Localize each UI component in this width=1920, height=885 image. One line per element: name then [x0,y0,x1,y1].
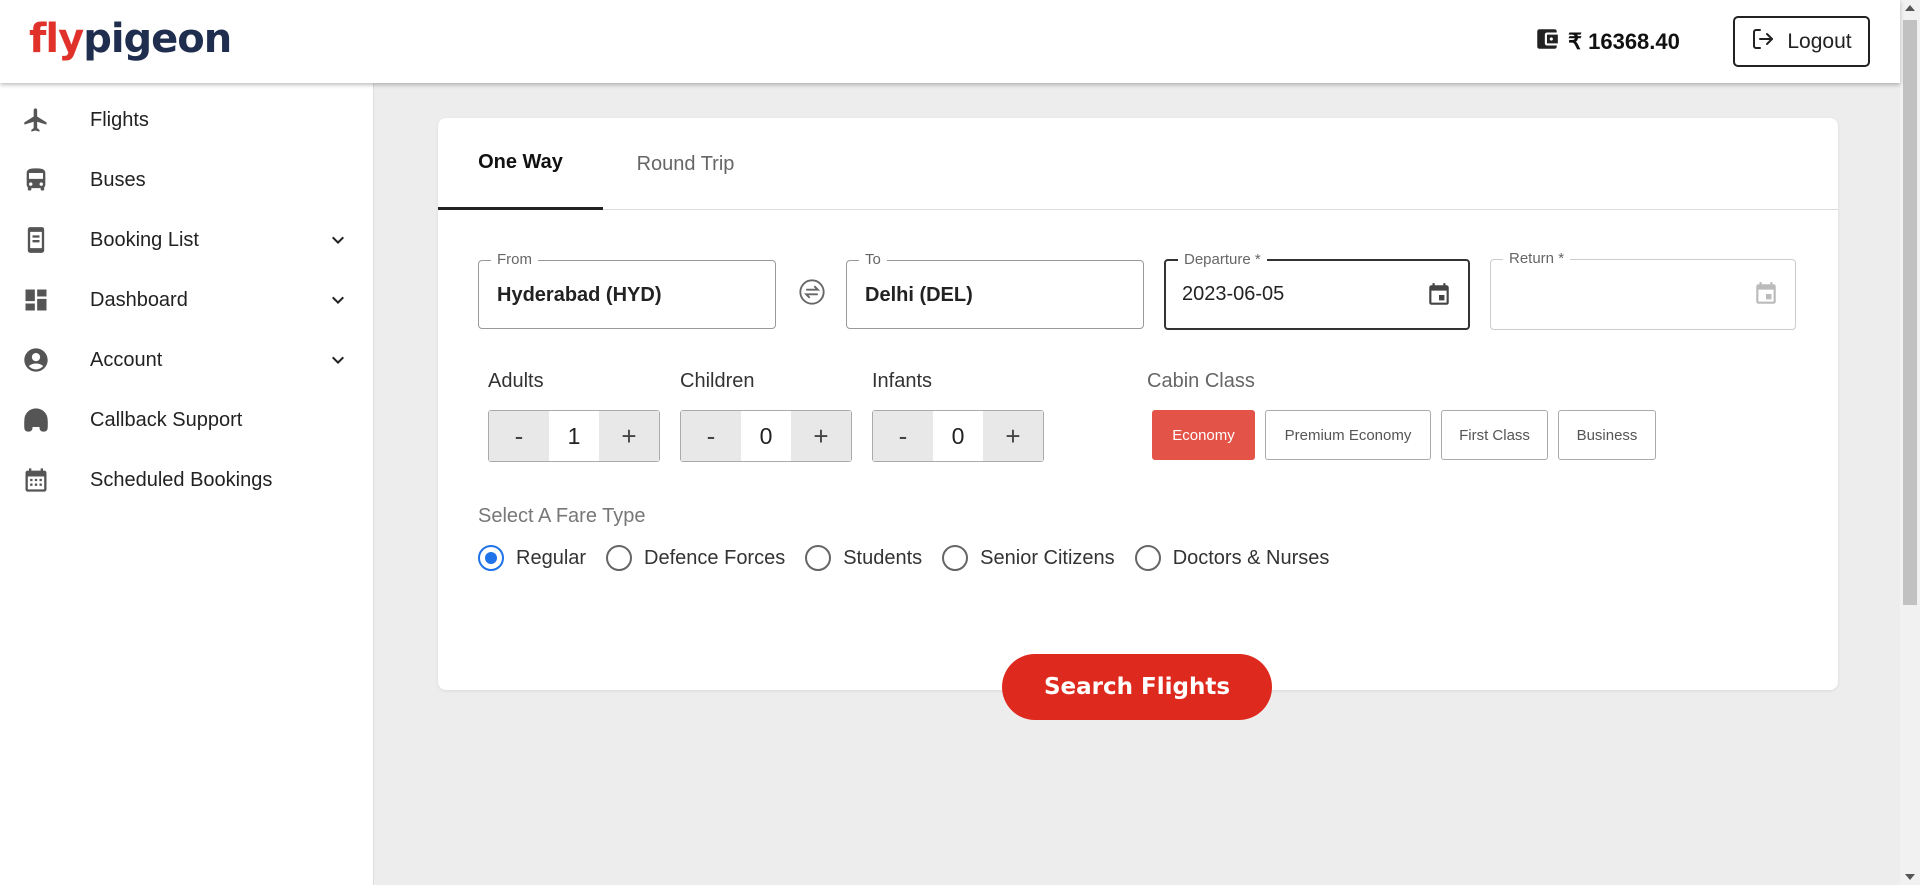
adults-value[interactable]: 1 [549,411,599,461]
wallet-balance: ₹ 16368.40 [1534,26,1680,58]
fare-senior-citizens-radio[interactable]: Senior Citizens [942,545,1115,571]
sidebar-item-label: Dashboard [90,288,188,311]
radio-label: Defence Forces [644,546,786,569]
cabin-class-label: Cabin Class [1147,370,1255,392]
flypigeon-logo[interactable]: flypigeon [29,16,232,62]
sidebar-item-flights[interactable]: Flights [0,95,374,145]
scrollbar-thumb[interactable] [1903,20,1917,605]
adults-increment-button[interactable]: + [599,411,659,461]
children-increment-button[interactable]: + [791,411,851,461]
sidebar-item-label: Flights [90,108,149,131]
sidebar-item-buses[interactable]: Buses [0,155,374,205]
from-value: Hyderabad (HYD) [497,284,662,306]
chevron-down-icon[interactable] [326,228,350,252]
departure-label: Departure * [1178,251,1267,268]
departure-value: 2023-06-05 [1182,283,1285,305]
sidebar-item-label: Callback Support [90,408,243,431]
bus-icon [22,166,50,194]
fare-regular-radio[interactable]: Regular [478,545,586,571]
booking-icon [22,226,50,254]
logo-pigeon-text: pigeon [83,16,232,62]
calendar-icon [22,466,50,494]
logo-fly-text: fly [29,16,84,62]
sidebar-item-dashboard[interactable]: Dashboard [0,275,374,325]
children-stepper: - 0 + [680,410,852,462]
radio-label: Doctors & Nurses [1172,546,1330,569]
sidebar-item-label: Buses [90,168,146,191]
chevron-down-icon[interactable] [326,348,350,372]
from-label: From [491,251,538,268]
cabin-premium-economy-button[interactable]: Premium Economy [1265,410,1431,460]
radio-circle[interactable] [805,545,832,571]
account-icon [22,346,50,374]
logout-button[interactable]: Logout [1733,16,1870,67]
return-label: Return * [1503,250,1571,267]
from-field[interactable]: From Hyderabad (HYD) [478,251,776,329]
radio-circle[interactable] [1134,545,1161,571]
to-label: To [859,251,887,268]
children-decrement-button[interactable]: - [681,411,741,461]
sidebar-item-label: Scheduled Bookings [90,468,273,491]
flight-search-card: One Way Round Trip From Hyderabad (HYD) … [438,118,1838,690]
adults-stepper: - 1 + [488,410,660,462]
to-field[interactable]: To Delhi (DEL) [846,251,1144,329]
infants-decrement-button[interactable]: - [873,411,933,461]
sidebar-item-callback-support[interactable]: Callback Support [0,395,374,445]
cabin-first-class-button[interactable]: First Class [1441,410,1548,460]
scroll-up-icon[interactable] [1905,5,1915,11]
sidebar-item-account[interactable]: Account [0,335,374,385]
children-value[interactable]: 0 [741,411,791,461]
swap-icon[interactable] [798,278,826,306]
sidebar-item-booking-list[interactable]: Booking List [0,215,374,265]
adults-label: Adults [488,370,544,392]
infants-label: Infants [872,370,933,392]
fare-students-radio[interactable]: Students [805,545,922,571]
cabin-economy-button[interactable]: Economy [1152,410,1255,460]
logout-icon [1751,27,1775,57]
search-flights-button[interactable]: Search Flights [1002,654,1272,720]
fare-defence-forces-radio[interactable]: Defence Forces [606,545,785,571]
wallet-icon [1534,26,1560,58]
adults-decrement-button[interactable]: - [489,411,549,461]
fare-doctors-nurses-radio[interactable]: Doctors & Nurses [1134,545,1330,571]
scroll-down-icon[interactable] [1905,874,1915,880]
cabin-business-button[interactable]: Business [1558,410,1656,460]
radio-label: Regular [516,546,587,569]
children-label: Children [680,370,755,392]
chevron-down-icon[interactable] [326,288,350,312]
sidebar-item-label: Account [90,348,163,371]
infants-value[interactable]: 0 [933,411,983,461]
plane-icon [22,106,50,134]
radio-circle[interactable] [478,545,504,571]
trip-type-tabs: One Way Round Trip [438,118,1838,210]
radio-label: Students [843,546,923,569]
radio-circle[interactable] [606,545,633,571]
tab-round-trip[interactable]: Round Trip [603,118,768,210]
wallet-amount: ₹ 16368.40 [1568,29,1680,54]
departure-field[interactable]: Departure * 2023-06-05 [1164,251,1470,330]
top-header: flypigeon ₹ 16368.40 Logout [0,0,1900,83]
infants-increment-button[interactable]: + [983,411,1043,461]
sidebar-item-label: Booking List [90,228,199,251]
sidebar: Flights Buses Booking List Dashboard Acc… [0,83,374,885]
logout-label: Logout [1787,29,1852,53]
infants-stepper: - 0 + [872,410,1044,462]
tab-one-way[interactable]: One Way [438,118,603,210]
sidebar-item-scheduled-bookings[interactable]: Scheduled Bookings [0,455,374,505]
fare-type-label: Select A Fare Type [478,505,646,527]
calendar-icon[interactable] [1753,281,1779,307]
dashboard-icon [22,286,50,314]
fare-type-radio-group: Regular Defence Forces Students Senior C… [478,543,1349,573]
calendar-icon[interactable] [1426,282,1452,308]
return-field[interactable]: Return * [1490,250,1796,330]
radio-circle[interactable] [942,545,969,571]
headset-icon [22,406,50,434]
page-scrollbar[interactable] [1900,0,1920,885]
to-value: Delhi (DEL) [865,284,973,306]
radio-label: Senior Citizens [980,546,1115,569]
